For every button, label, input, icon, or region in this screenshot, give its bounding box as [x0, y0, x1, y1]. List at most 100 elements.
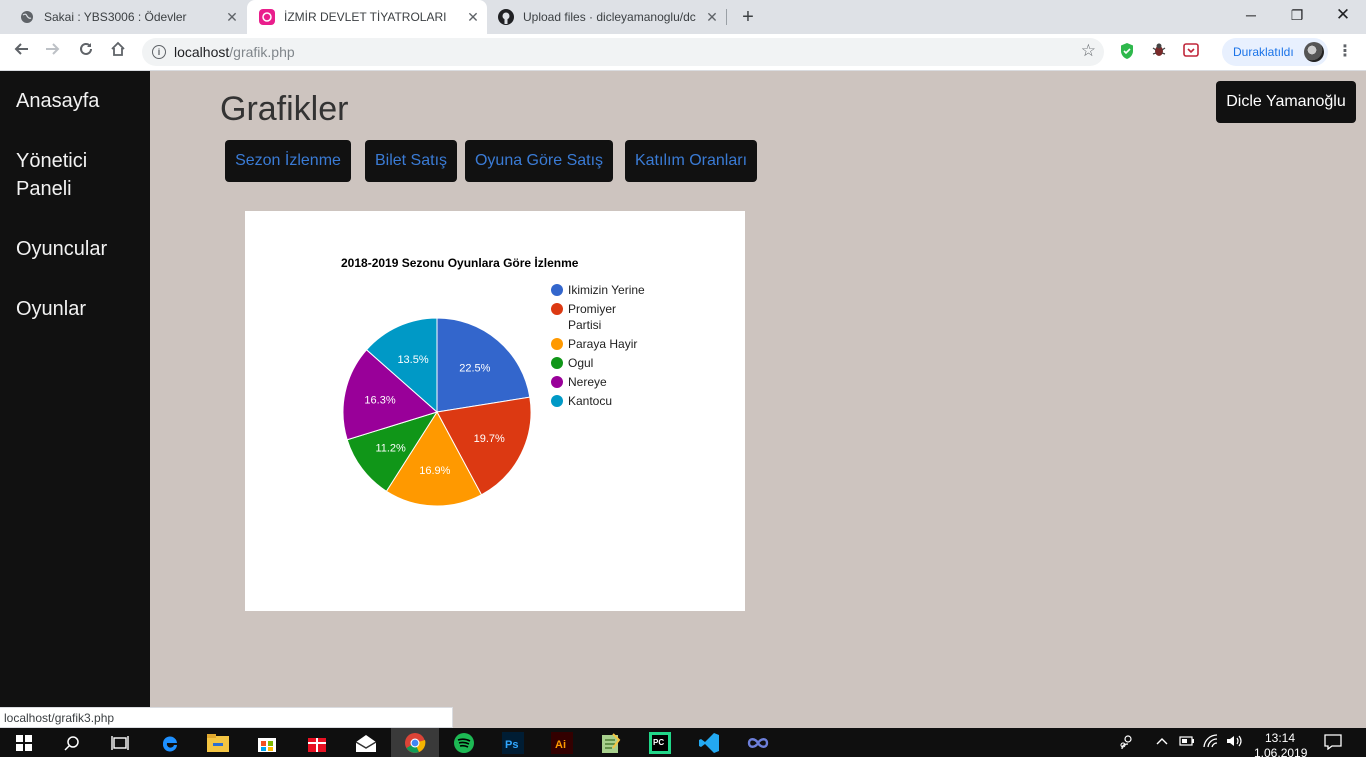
reload-icon[interactable] [74, 40, 98, 64]
legend-swatch [551, 376, 563, 388]
svg-text:Ai: Ai [555, 739, 566, 751]
legend-swatch [551, 284, 563, 296]
mail-icon[interactable] [342, 728, 390, 757]
site-logo-icon [259, 9, 275, 25]
windows-taskbar: Ps Ai PC 13:14 1.06.2019 [0, 728, 1366, 757]
slice-percent-label: 11.2% [375, 442, 406, 454]
minimize-window-icon[interactable]: ─ [1228, 0, 1274, 30]
chart-title: 2018-2019 Sezonu Oyunlara Göre İzlenme [341, 255, 579, 270]
forward-arrow-icon[interactable] [41, 40, 65, 64]
wifi-icon[interactable] [1203, 734, 1219, 751]
chrome-icon[interactable] [391, 728, 439, 757]
notification-center-icon[interactable] [1324, 734, 1342, 753]
close-tab-icon[interactable]: ✕ [224, 9, 240, 26]
pie-chart: 2018-2019 Sezonu Oyunlara Göre İzlenme 2… [341, 255, 645, 507]
tab-sezon-izlenme[interactable]: Sezon İzlenme [225, 140, 351, 182]
slice-percent-label: 13.5% [397, 354, 428, 366]
infinity-app-icon[interactable] [734, 728, 782, 757]
legend-item[interactable]: Promiyer Partisi [551, 302, 616, 332]
tab-bilet-satis[interactable]: Bilet Satış [365, 140, 457, 182]
search-icon[interactable] [48, 728, 96, 757]
chart-legend: Ikimizin Yerine Promiyer Partisi Paraya Hay… [551, 283, 645, 408]
gift-app-icon[interactable] [293, 728, 341, 757]
vscode-icon[interactable] [685, 728, 733, 757]
illustrator-icon[interactable]: Ai [538, 728, 586, 757]
file-explorer-icon[interactable] [194, 728, 242, 757]
site-info-icon[interactable]: i [152, 45, 166, 59]
legend-label: Promiyer Partisi [568, 302, 616, 332]
close-tab-icon[interactable]: ✕ [465, 9, 481, 26]
tab-divider [726, 9, 727, 25]
legend-label: Paraya Hayir [568, 337, 637, 351]
legend-swatch [551, 395, 563, 407]
browser-tab-sakai[interactable]: Sakai : YBS3006 : Ödevler ✕ [0, 0, 246, 34]
slice-percent-label: 22.5% [459, 363, 490, 375]
sidebar-item-oyuncular[interactable]: Oyuncular [16, 235, 141, 263]
taskbar-clock[interactable]: 13:14 1.06.2019 [1254, 731, 1308, 757]
address-url: localhost/grafik.php [174, 44, 295, 60]
pie-slices: 22.5% 19.7% 16.9% 11.2% 16.3% 13.5% [342, 317, 532, 507]
task-view-icon[interactable] [96, 728, 144, 757]
store-icon[interactable] [243, 728, 291, 757]
slice-percent-label: 19.7% [474, 433, 505, 445]
photoshop-icon[interactable]: Ps [489, 728, 537, 757]
browser-tab-izmir[interactable]: İZMİR DEVLET TİYATROLARI ✕ [247, 0, 487, 34]
legend-swatch [551, 338, 563, 350]
sidebar: Anasayfa Yönetici Paneli Oyuncular Oyunl… [0, 71, 150, 728]
legend-item[interactable]: Paraya Hayir [551, 337, 637, 351]
legend-item[interactable]: Nereye [551, 375, 607, 389]
clock-time: 13:14 [1264, 731, 1296, 745]
legend-swatch [551, 303, 563, 315]
pycharm-icon[interactable]: PC [636, 728, 684, 757]
globe-icon [19, 9, 35, 25]
profile-status-label: Duraklatıldı [1233, 45, 1294, 59]
github-icon [498, 9, 514, 25]
edge-browser-icon[interactable] [146, 728, 194, 757]
sidebar-item-yonetici-paneli[interactable]: Yönetici Paneli [16, 147, 141, 203]
legend-label: Ikimizin Yerine [568, 283, 645, 297]
battery-icon[interactable] [1179, 734, 1195, 751]
close-tab-icon[interactable]: ✕ [704, 9, 720, 26]
legend-label: Kantocu [568, 394, 612, 408]
legend-label: Nereye [568, 375, 607, 389]
svg-text:Ps: Ps [505, 739, 518, 751]
legend-item[interactable]: Kantocu [551, 394, 612, 408]
slice-percent-label: 16.9% [419, 465, 450, 477]
browser-tab-strip: Sakai : YBS3006 : Ödevler ✕ İZMİR DEVLET… [0, 0, 1366, 34]
address-bar[interactable]: i localhost/grafik.php ☆ [142, 38, 1104, 66]
restore-window-icon[interactable]: ❐ [1274, 0, 1320, 30]
windows-start-icon[interactable] [0, 728, 48, 757]
pocket-extension-icon[interactable] [1181, 42, 1201, 62]
avatar [1304, 42, 1324, 62]
browser-tab-github[interactable]: Upload files · dicleyamanoglu/dc ✕ [488, 0, 726, 34]
bookmark-star-icon[interactable]: ☆ [1081, 41, 1096, 61]
profile-paused-button[interactable]: Duraklatıldı [1222, 38, 1328, 66]
back-arrow-icon[interactable] [9, 40, 33, 64]
chevron-up-icon[interactable] [1155, 734, 1169, 751]
people-icon[interactable] [1118, 734, 1134, 753]
close-window-icon[interactable]: ✕ [1320, 0, 1366, 30]
sidebar-item-anasayfa[interactable]: Anasayfa [16, 87, 141, 115]
shield-extension-icon[interactable] [1117, 42, 1137, 62]
spotify-icon[interactable] [440, 728, 488, 757]
tab-katilim-oranlari[interactable]: Katılım Oranları [625, 140, 757, 182]
tab-oyuna-gore-satis[interactable]: Oyuna Göre Satış [465, 140, 613, 182]
svg-text:PC: PC [653, 738, 664, 747]
volume-icon[interactable] [1226, 734, 1244, 751]
legend-label: Ogul [568, 356, 593, 370]
clock-date: 1.06.2019 [1254, 746, 1308, 757]
tab-title: Sakai : YBS3006 : Ödevler [44, 10, 187, 24]
user-account-button[interactable]: Dicle Yamanoğlu [1216, 81, 1356, 123]
new-tab-button[interactable]: + [736, 5, 760, 29]
legend-item[interactable]: Ogul [551, 356, 593, 370]
notepad-icon[interactable] [587, 728, 635, 757]
bug-extension-icon[interactable] [1149, 42, 1169, 62]
sidebar-item-oyunlar[interactable]: Oyunlar [16, 295, 141, 323]
tab-title: İZMİR DEVLET TİYATROLARI [284, 10, 447, 24]
legend-swatch [551, 357, 563, 369]
browser-menu-icon[interactable]: ⋮ [1335, 42, 1355, 62]
slice-percent-label: 16.3% [364, 395, 395, 407]
legend-item[interactable]: Ikimizin Yerine [551, 283, 645, 297]
home-icon[interactable] [106, 40, 130, 64]
chart-card: 2018-2019 Sezonu Oyunlara Göre İzlenme 2… [245, 211, 745, 611]
